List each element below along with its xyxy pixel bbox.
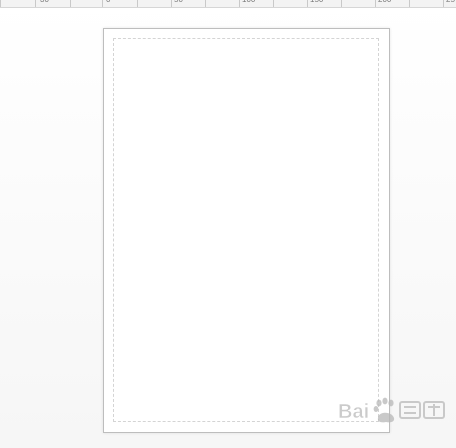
ruler-tick — [307, 0, 308, 7]
ruler-tick — [102, 0, 103, 7]
ruler-tick — [35, 0, 36, 7]
ruler-label: 100 — [242, 0, 255, 4]
ruler-tick — [0, 0, 1, 7]
ruler-label: 200 — [378, 0, 391, 4]
baidu-watermark: Bai — [338, 394, 448, 438]
ruler-tick — [171, 0, 172, 7]
ruler-tick — [409, 0, 410, 7]
page-margin-guide — [113, 38, 379, 422]
ruler-label: 150 — [310, 0, 323, 4]
ruler-label: 0 — [106, 0, 110, 4]
ruler-tick — [341, 0, 342, 7]
svg-text:Bai: Bai — [338, 401, 369, 423]
document-page[interactable] — [103, 28, 390, 433]
ruler-label: 30 — [40, 0, 49, 4]
ruler-tick — [273, 0, 274, 7]
ruler-tick — [443, 0, 444, 7]
ruler-tick — [239, 0, 240, 7]
baidu-paw-logo-icon: Bai — [338, 397, 445, 423]
ruler-tick — [137, 0, 138, 7]
ruler-tick — [375, 0, 376, 7]
ruler-label: 50 — [174, 0, 183, 4]
ruler-label: 25 — [446, 0, 455, 4]
ruler-tick — [205, 0, 206, 7]
horizontal-ruler: 30 0 50 100 150 200 25 — [0, 0, 456, 8]
ruler-tick — [70, 0, 71, 7]
